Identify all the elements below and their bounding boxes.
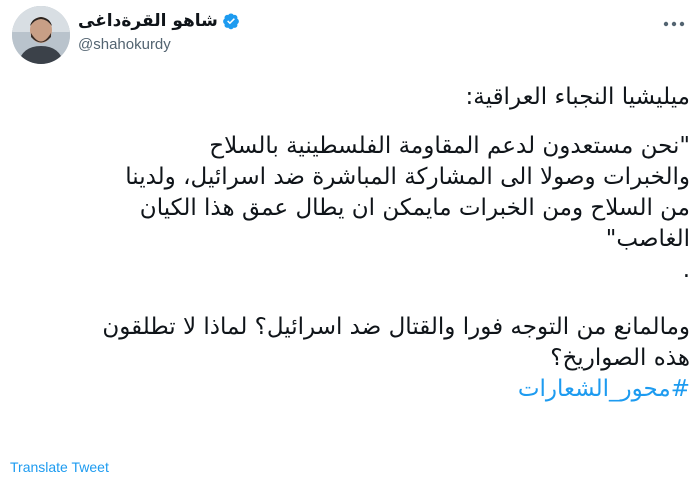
tweet-header: شاهو القرةداغی @shahokurdy <box>12 6 688 66</box>
quote-line: من السلاح ومن الخبرات مايمكن ان يطال عمق… <box>139 195 690 221</box>
question-line: ومالمانع من التوجه فورا والقتال ضد اسرائ… <box>102 314 690 340</box>
question-line: هذه الصواريخ؟ <box>550 345 690 371</box>
verified-badge-icon <box>222 12 240 30</box>
hashtag-link[interactable]: #محور_الشعارات <box>518 376 690 402</box>
tweet-line-heading: ميليشيا النجباء العراقية: <box>465 84 690 110</box>
tweet-text: ميليشيا النجباء العراقية: "نحن مستعدون ل… <box>0 82 690 405</box>
quote-line: "نحن مستعدون لدعم المقاومة الفلسطينية با… <box>209 133 690 159</box>
more-options-icon[interactable] <box>662 12 686 36</box>
display-name[interactable]: شاهو القرةداغی <box>78 10 218 32</box>
quote-line: الغاصب" <box>605 226 690 252</box>
quote-line: . <box>682 257 690 283</box>
handle[interactable]: @shahokurdy <box>78 34 378 56</box>
avatar[interactable] <box>12 6 70 64</box>
translate-tweet-link[interactable]: Translate Tweet <box>10 459 109 475</box>
quote-line: والخبرات وصولا الى المشاركة المباشرة ضد … <box>125 164 690 190</box>
name-row: شاهو القرةداغی <box>78 10 378 32</box>
user-info: شاهو القرةداغی @shahokurdy <box>78 10 378 56</box>
